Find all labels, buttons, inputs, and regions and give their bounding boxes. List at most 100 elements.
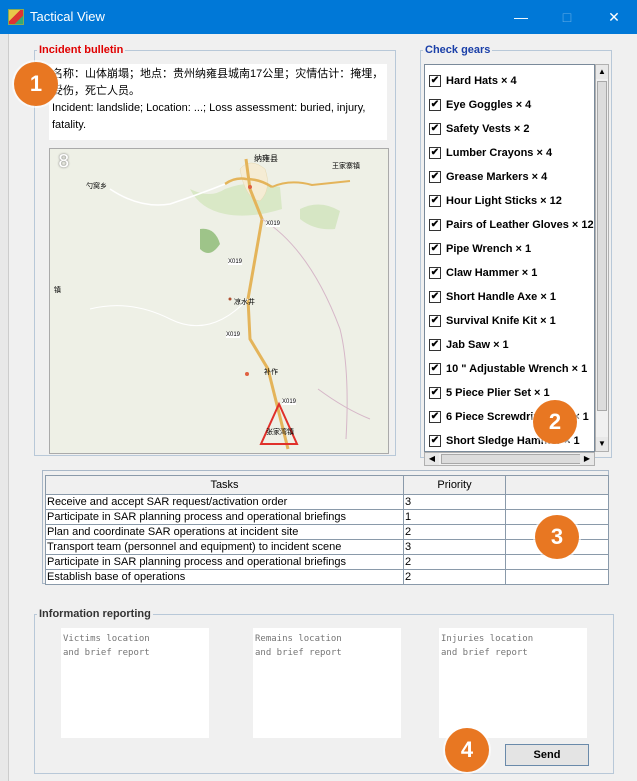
annotation-badge-1: 1 [14,62,58,106]
gear-item[interactable]: ✔ Safety Vests × 2 [429,123,529,141]
injuries-report-field[interactable] [439,628,587,738]
checkbox-checked[interactable]: ✔ [429,387,441,400]
checkbox-checked[interactable]: ✔ [429,243,441,256]
victims-report-field[interactable] [61,628,209,738]
gear-item[interactable]: ✔ Hour Light Sticks × 12 [429,195,562,213]
map-label-road-1: X019 [266,221,281,227]
checkbox-checked[interactable]: ✔ [429,171,441,184]
task-cell[interactable]: Participate in SAR planning process and … [45,554,404,570]
table-row[interactable]: Participate in SAR planning process and … [45,509,609,525]
checkbox-checked[interactable]: ✔ [429,315,441,328]
annotation-badge-2: 2 [533,400,577,444]
table-row[interactable]: Receive and accept SAR request/activatio… [45,494,609,510]
gear-item[interactable]: ✔ Jab Saw × 1 [429,339,509,357]
checkbox-checked[interactable]: ✔ [429,147,441,160]
priority-cell[interactable]: 1 [403,509,506,525]
gear-item-label: Hard Hats × 4 [446,75,517,87]
table-row[interactable]: Transport team (personnel and equipment)… [45,539,609,555]
tasks-table: Tasks Priority Receive and accept SAR re… [45,475,609,585]
map-label-shaowo: 勺窝乡 [86,183,107,190]
empty-cell[interactable] [505,569,609,585]
incident-bulletin-legend: Incident bulletin [39,44,124,56]
app-icon [8,9,24,25]
checkbox-checked[interactable]: ✔ [429,339,441,352]
task-cell[interactable]: Transport team (personnel and equipment)… [45,539,404,555]
incident-map[interactable]: 8 纳雍县 王家寨镇 勺窝乡 X019 X019 X019 X019 凉水井 补… [49,148,389,454]
scroll-left-icon[interactable]: ◀ [425,453,439,465]
table-row[interactable]: Establish base of operations 2 [45,569,609,585]
priority-cell[interactable]: 2 [403,524,506,540]
remains-report-field[interactable] [253,628,401,738]
window-left-edge [0,34,9,781]
map-canvas [50,149,388,453]
minimize-button[interactable]: — [498,0,544,34]
gear-item-label: Grease Markers × 4 [446,171,548,183]
gear-item[interactable]: ✔ Claw Hammer × 1 [429,267,537,285]
task-cell[interactable]: Establish base of operations [45,569,404,585]
gear-item-label: Claw Hammer × 1 [446,267,538,279]
maximize-button[interactable]: □ [544,0,590,34]
checkbox-checked[interactable]: ✔ [429,195,441,208]
checkbox-checked[interactable]: ✔ [429,267,441,280]
gear-list-horizontal-scrollbar[interactable]: ◀ ▶ [424,452,595,466]
task-cell[interactable]: Plan and coordinate SAR operations at in… [45,524,404,540]
priority-cell[interactable]: 2 [403,569,506,585]
gear-list-vertical-scrollbar[interactable]: ▲ ▼ [595,64,609,452]
gear-item[interactable]: ✔ Eye Goggles × 4 [429,99,531,117]
bulletin-en-line2: fatality. [52,119,87,131]
checkbox-checked[interactable]: ✔ [429,123,441,136]
table-row[interactable]: Plan and coordinate SAR operations at in… [45,524,609,540]
gear-item-label: Pairs of Leather Gloves × 12 [446,219,594,231]
gear-item[interactable]: ✔ Short Handle Axe × 1 [429,291,556,309]
priority-cell[interactable]: 3 [403,494,506,510]
map-label-zhen: 镇 [54,287,61,294]
checkbox-checked[interactable]: ✔ [429,99,441,112]
map-label-nayong: 纳雍县 [254,154,278,163]
map-label-road-3: X019 [226,332,241,338]
checkbox-checked[interactable]: ✔ [429,363,441,376]
incident-bulletin-text: 名称：山体崩塌；地点：贵州纳雍县城南17公里；灾情估计：掩埋， 受伤，死亡人员。… [49,64,387,140]
checkbox-checked[interactable]: ✔ [429,75,441,88]
gear-item[interactable]: ✔ 5 Piece Plier Set × 1 [429,387,550,405]
tasks-column-header[interactable]: Tasks [45,475,404,495]
map-label-zhangjiawan: 张家湾镇 [266,429,294,436]
task-cell[interactable]: Participate in SAR planning process and … [45,509,404,525]
task-cell[interactable]: Receive and accept SAR request/activatio… [45,494,404,510]
information-reporting-legend: Information reporting [39,608,151,620]
priority-cell[interactable]: 2 [403,554,506,570]
gear-item-label: Jab Saw × 1 [446,339,509,351]
map-label-liangshuijing: 凉水井 [234,299,255,306]
priority-column-header[interactable]: Priority [403,475,506,495]
gear-item[interactable]: ✔ Grease Markers × 4 [429,171,547,189]
scroll-thumb[interactable] [597,81,607,411]
gear-item[interactable]: ✔ Survival Knife Kit × 1 [429,315,556,333]
table-row[interactable]: Participate in SAR planning process and … [45,554,609,570]
gear-item[interactable]: ✔ Hard Hats × 4 [429,75,517,93]
gear-item[interactable]: ✔ Pipe Wrench × 1 [429,243,531,261]
checkbox-checked[interactable]: ✔ [429,291,441,304]
gear-item-label: 10 " Adjustable Wrench × 1 [446,363,588,375]
priority-cell[interactable]: 3 [403,539,506,555]
send-button[interactable]: Send [505,744,589,766]
close-button[interactable]: ✕ [591,0,637,34]
scroll-up-icon[interactable]: ▲ [596,65,608,79]
tasks-table-panel: Tasks Priority Receive and accept SAR re… [42,470,609,585]
checkbox-checked[interactable]: ✔ [429,435,441,448]
extra-column-header[interactable] [505,475,609,495]
annotation-badge-3: 3 [535,515,579,559]
gear-checklist[interactable]: ✔ Hard Hats × 4 ✔ Eye Goggles × 4 ✔ Safety … [424,64,595,452]
gear-item[interactable]: ✔ Pairs of Leather Gloves × 12 [429,219,594,237]
checkbox-checked[interactable]: ✔ [429,411,441,424]
bulletin-cn-line2: 受伤，死亡人员。 [52,85,140,97]
empty-cell[interactable] [505,494,609,510]
map-zoom-control[interactable]: 8 [58,151,69,172]
scroll-thumb[interactable] [441,454,581,464]
map-label-road-4: X019 [282,399,297,405]
scroll-right-icon[interactable]: ▶ [580,453,594,465]
window-titlebar: Tactical View — □ ✕ [0,0,637,34]
gear-item[interactable]: ✔ Lumber Crayons × 4 [429,147,552,165]
checkbox-checked[interactable]: ✔ [429,219,441,232]
gear-item[interactable]: ✔ 10 " Adjustable Wrench × 1 [429,363,587,381]
gear-item-label: Short Handle Axe × 1 [446,291,556,303]
scroll-down-icon[interactable]: ▼ [596,437,608,451]
